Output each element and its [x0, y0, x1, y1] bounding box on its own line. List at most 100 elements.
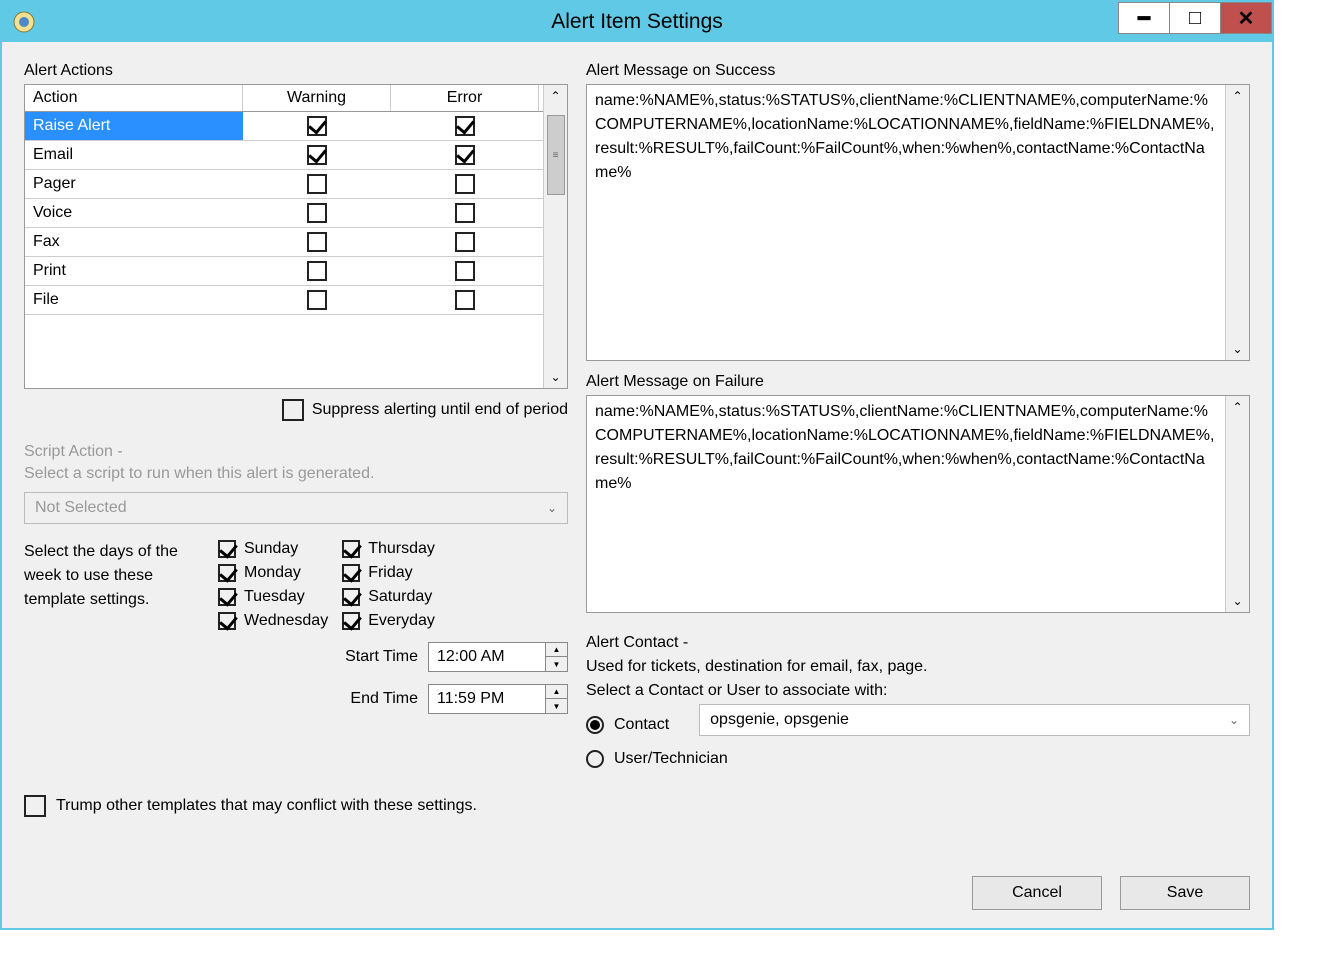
col-error[interactable]: Error: [391, 85, 539, 111]
right-column: Alert Message on Success name:%NAME%,sta…: [586, 62, 1250, 771]
error-checkbox[interactable]: [455, 290, 475, 310]
failure-label: Alert Message on Failure: [586, 373, 1250, 391]
warning-checkbox[interactable]: [307, 261, 327, 281]
error-checkbox[interactable]: [455, 232, 475, 252]
save-button[interactable]: Save: [1120, 876, 1250, 910]
cancel-button[interactable]: Cancel: [972, 876, 1102, 910]
scroll-up-icon[interactable]: ⌃: [1232, 396, 1242, 418]
day-checkbox-row[interactable]: Everyday: [342, 612, 435, 630]
success-label: Alert Message on Success: [586, 62, 1250, 80]
action-name: File: [25, 286, 243, 314]
day-checkbox[interactable]: [218, 564, 236, 582]
days-section: Select the days of the week to use these…: [24, 540, 568, 630]
scroll-down-icon[interactable]: ⌄: [1232, 590, 1242, 612]
days-label: Select the days of the week to use these…: [24, 540, 204, 630]
scroll-thumb[interactable]: ≡: [547, 115, 565, 195]
radio-user-row[interactable]: User/Technician: [586, 747, 1250, 771]
table-row[interactable]: Raise Alert: [25, 112, 543, 141]
failure-textarea[interactable]: name:%NAME%,status:%STATUS%,clientName:%…: [586, 395, 1250, 613]
error-checkbox[interactable]: [455, 261, 475, 281]
contact-section: Alert Contact - Used for tickets, destin…: [586, 631, 1250, 771]
warning-checkbox[interactable]: [307, 116, 327, 136]
spin-down-icon[interactable]: ▼: [546, 657, 567, 671]
scroll-up-icon[interactable]: ⌃: [550, 85, 560, 107]
day-checkbox[interactable]: [218, 540, 236, 558]
end-time-label: End Time: [350, 690, 418, 708]
day-label: Thursday: [368, 540, 435, 558]
maximize-button[interactable]: □: [1169, 2, 1221, 34]
table-row[interactable]: Fax: [25, 228, 543, 257]
day-label: Sunday: [244, 540, 298, 558]
col-action[interactable]: Action: [25, 85, 243, 111]
day-checkbox[interactable]: [342, 564, 360, 582]
action-name: Voice: [25, 199, 243, 227]
warning-checkbox[interactable]: [307, 203, 327, 223]
day-checkbox[interactable]: [342, 540, 360, 558]
window-buttons: ━ □ ✕: [1119, 2, 1272, 42]
minimize-button[interactable]: ━: [1118, 2, 1170, 34]
warning-checkbox[interactable]: [307, 174, 327, 194]
spin-up-icon[interactable]: ▲: [546, 643, 567, 658]
script-label: Script Action - Select a script to run w…: [24, 441, 568, 486]
suppress-checkbox[interactable]: [282, 399, 304, 421]
end-time-spinner[interactable]: 11:59 PM ▲▼: [428, 684, 568, 714]
action-name: Print: [25, 257, 243, 285]
contact-combo[interactable]: opsgenie, opsgenie ⌄: [699, 704, 1250, 736]
client-area: Alert Actions Action Warning Error Raise…: [2, 42, 1272, 928]
error-checkbox[interactable]: [455, 116, 475, 136]
trump-row: Trump other templates that may conflict …: [24, 795, 1250, 817]
warning-checkbox[interactable]: [307, 290, 327, 310]
close-button[interactable]: ✕: [1220, 2, 1272, 34]
day-checkbox-row[interactable]: Saturday: [342, 588, 435, 606]
suppress-label: Suppress alerting until end of period: [312, 401, 568, 419]
scroll-down-icon[interactable]: ⌄: [550, 366, 560, 388]
table-row[interactable]: Pager: [25, 170, 543, 199]
warning-checkbox[interactable]: [307, 232, 327, 252]
spin-up-icon[interactable]: ▲: [546, 685, 567, 700]
trump-label: Trump other templates that may conflict …: [56, 797, 477, 815]
day-label: Saturday: [368, 588, 432, 606]
radio-contact-row[interactable]: Contact: [586, 713, 669, 737]
action-name: Email: [25, 141, 243, 169]
chevron-down-icon: ⌄: [547, 501, 557, 515]
day-checkbox-row[interactable]: Wednesday: [218, 612, 328, 630]
start-time-label: Start Time: [345, 648, 418, 666]
dialog-buttons: Cancel Save: [972, 876, 1250, 910]
day-checkbox-row[interactable]: Friday: [342, 564, 435, 582]
day-label: Monday: [244, 564, 301, 582]
trump-checkbox[interactable]: [24, 795, 46, 817]
table-header-row: Action Warning Error: [25, 85, 543, 112]
spin-down-icon[interactable]: ▼: [546, 699, 567, 713]
error-checkbox[interactable]: [455, 203, 475, 223]
action-name: Pager: [25, 170, 243, 198]
alert-actions-label: Alert Actions: [24, 62, 568, 80]
table-row[interactable]: Voice: [25, 199, 543, 228]
actions-scrollbar[interactable]: ⌃ ≡ ⌄: [543, 85, 567, 388]
table-row[interactable]: File: [25, 286, 543, 315]
day-checkbox-row[interactable]: Monday: [218, 564, 328, 582]
day-label: Wednesday: [244, 612, 328, 630]
left-column: Alert Actions Action Warning Error Raise…: [24, 62, 568, 771]
error-checkbox[interactable]: [455, 174, 475, 194]
radio-contact[interactable]: [586, 716, 604, 734]
day-checkbox-row[interactable]: Tuesday: [218, 588, 328, 606]
warning-checkbox[interactable]: [307, 145, 327, 165]
window: Alert Item Settings ━ □ ✕ Alert Actions …: [0, 0, 1274, 930]
radio-user[interactable]: [586, 750, 604, 768]
scroll-down-icon[interactable]: ⌄: [1232, 338, 1242, 360]
table-row[interactable]: Print: [25, 257, 543, 286]
error-checkbox[interactable]: [455, 145, 475, 165]
day-checkbox-row[interactable]: Sunday: [218, 540, 328, 558]
table-row[interactable]: Email: [25, 141, 543, 170]
day-checkbox[interactable]: [342, 612, 360, 630]
day-checkbox[interactable]: [342, 588, 360, 606]
col-warning[interactable]: Warning: [243, 85, 391, 111]
day-checkbox[interactable]: [218, 588, 236, 606]
start-time-spinner[interactable]: 12:00 AM ▲▼: [428, 642, 568, 672]
day-checkbox[interactable]: [218, 612, 236, 630]
suppress-row: Suppress alerting until end of period: [24, 399, 568, 421]
day-checkbox-row[interactable]: Thursday: [342, 540, 435, 558]
success-textarea[interactable]: name:%NAME%,status:%STATUS%,clientName:%…: [586, 84, 1250, 361]
scroll-up-icon[interactable]: ⌃: [1232, 85, 1242, 107]
script-combo[interactable]: Not Selected ⌄: [24, 492, 568, 524]
